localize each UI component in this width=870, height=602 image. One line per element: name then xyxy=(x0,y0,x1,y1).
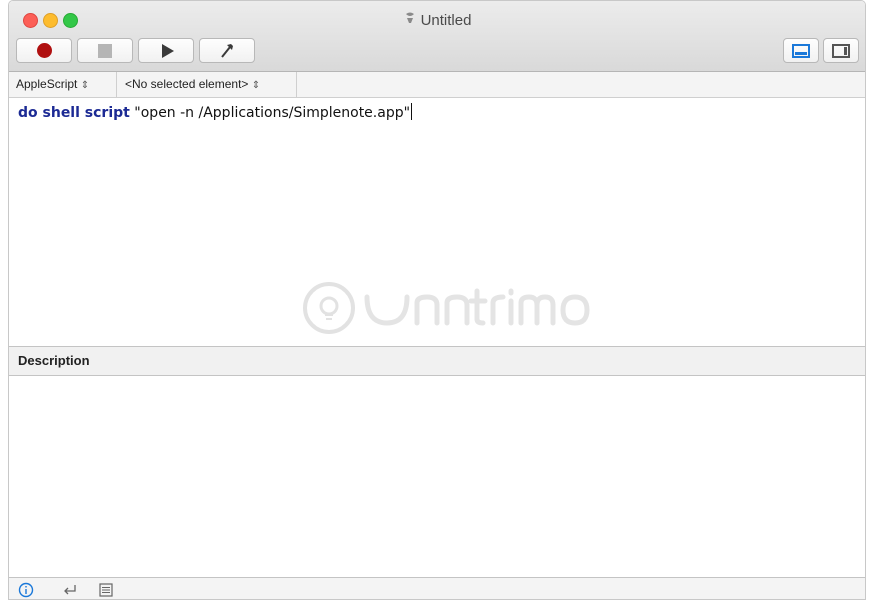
nav-divider xyxy=(296,72,297,97)
show-bottom-pane-button[interactable] xyxy=(783,38,819,63)
bottom-pane-icon xyxy=(792,43,810,58)
popup-arrows-icon: ⇕ xyxy=(251,80,261,91)
code-keyword: do shell script xyxy=(18,105,130,121)
script-editor[interactable]: do shell script "open -n /Applications/S… xyxy=(9,98,865,345)
description-title: Description xyxy=(18,353,90,368)
return-icon[interactable] xyxy=(62,582,78,599)
right-pane-icon xyxy=(832,43,850,58)
script-editor-window: Untitled AppleScript ⇕ <No selected elem… xyxy=(8,0,866,600)
element-popup[interactable]: <No selected element> ⇕ xyxy=(125,77,260,91)
language-label: AppleScript xyxy=(16,77,78,91)
record-icon xyxy=(36,43,52,58)
compile-button[interactable] xyxy=(199,38,255,63)
element-label: <No selected element> xyxy=(125,77,249,91)
description-header: Description xyxy=(9,346,865,376)
popup-arrows-icon: ⇕ xyxy=(80,80,90,91)
run-button[interactable] xyxy=(138,38,194,63)
navigation-bar: AppleScript ⇕ <No selected element> ⇕ xyxy=(9,72,865,98)
info-icon[interactable] xyxy=(18,582,34,599)
record-button[interactable] xyxy=(16,38,72,63)
description-pane[interactable] xyxy=(9,376,865,576)
hammer-icon xyxy=(221,43,233,58)
list-icon[interactable] xyxy=(98,582,114,599)
play-icon xyxy=(161,43,174,58)
watermark-logo xyxy=(303,282,590,334)
show-right-pane-button[interactable] xyxy=(823,38,859,63)
stop-icon xyxy=(98,43,112,58)
window-title: Untitled xyxy=(9,11,865,29)
nav-divider xyxy=(116,72,117,97)
stop-button[interactable] xyxy=(77,38,133,63)
code-line: do shell script "open -n /Applications/S… xyxy=(18,103,413,121)
bottom-bar xyxy=(9,577,865,599)
script-document-icon xyxy=(403,11,417,28)
code-string: "open -n /Applications/Simplenote.app" xyxy=(134,105,411,121)
language-popup[interactable]: AppleScript ⇕ xyxy=(16,77,89,91)
title-bar: Untitled xyxy=(9,1,865,72)
window-title-text: Untitled xyxy=(420,12,472,29)
text-caret xyxy=(411,103,413,120)
